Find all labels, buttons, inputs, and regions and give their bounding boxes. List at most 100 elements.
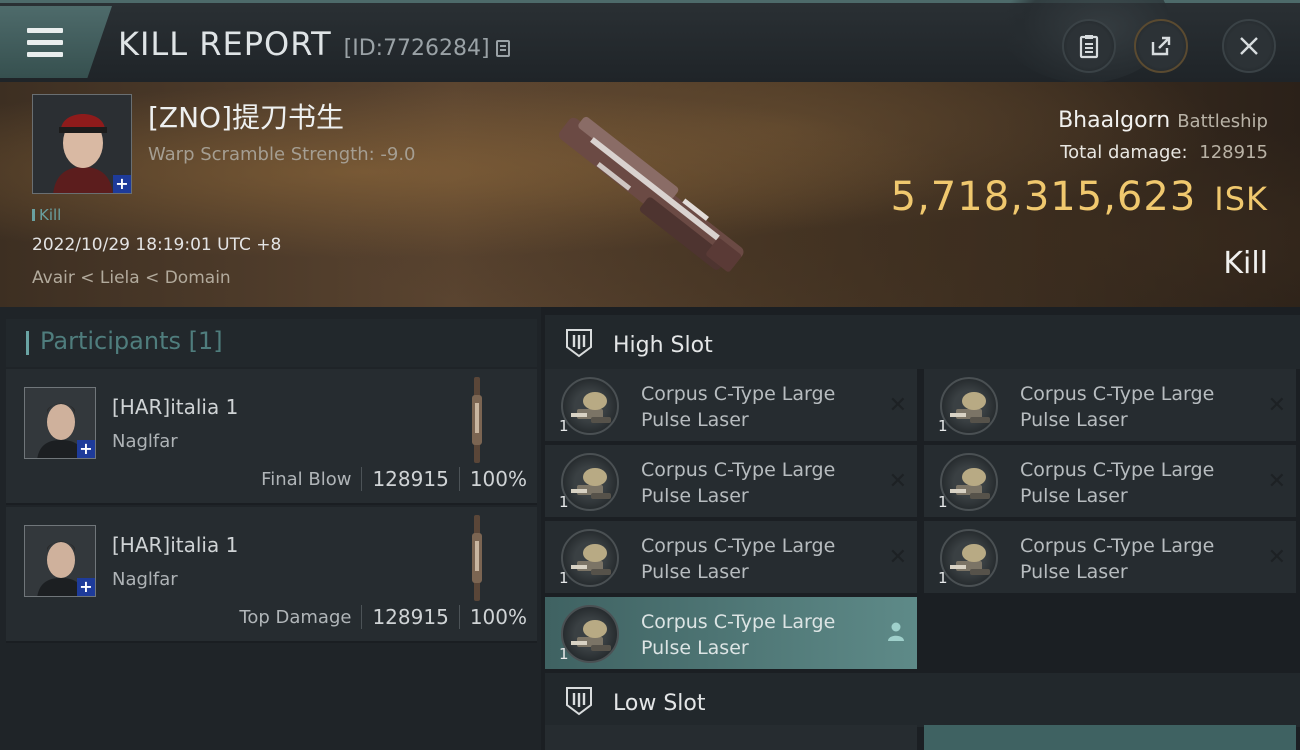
module-name-line1: Corpus C-Type Large — [641, 611, 836, 633]
participants-panel: Participants [1] + [HAR]italia 1 Naglfar… — [0, 307, 541, 750]
module-name-line1: Corpus C-Type Large — [1020, 535, 1215, 557]
total-damage: Total damage: 128915 — [1060, 142, 1268, 163]
copy-icon[interactable] — [495, 40, 510, 57]
module-quantity: 1 — [938, 569, 948, 587]
module-name-line1: Corpus C-Type Large — [1020, 459, 1215, 481]
low-slot-module[interactable] — [924, 725, 1296, 750]
module-quantity: 1 — [938, 493, 948, 511]
module-name-line2: Pulse Laser — [1020, 485, 1128, 507]
pulse-laser-icon — [561, 453, 619, 511]
module-quantity: 1 — [559, 569, 569, 587]
title-group: KILL REPORT [ID:7726284] — [118, 25, 510, 63]
participant-role: Final Blow — [261, 468, 352, 490]
weapon-icon — [472, 515, 482, 601]
pulse-laser-icon — [940, 529, 998, 587]
clipboard-button[interactable] — [1062, 19, 1116, 73]
module-name-line1: Corpus C-Type Large — [641, 535, 836, 557]
module-slot[interactable]: 1 Corpus C-Type Large Pulse Laser ✕ — [924, 521, 1296, 593]
participant-avatar[interactable]: + — [24, 525, 96, 597]
module-name: Corpus C-Type Large Pulse Laser — [641, 381, 871, 433]
module-slot[interactable]: 1 Corpus C-Type Large Pulse Laser ✕ — [545, 445, 917, 517]
share-icon — [1151, 36, 1171, 56]
dropped-user-icon — [888, 622, 904, 641]
participant-row[interactable]: + [HAR]italia 1 Naglfar Top Damage 12891… — [6, 507, 537, 643]
low-slot-icon — [566, 687, 592, 716]
pulse-laser-icon — [561, 529, 619, 587]
victim-avatar[interactable]: + — [32, 94, 132, 194]
module-slot[interactable]: 1 Corpus C-Type Large Pulse Laser ✕ — [545, 369, 917, 441]
result-label: Kill — [1223, 246, 1268, 281]
low-slot-header: Low Slot — [545, 673, 1300, 727]
report-id-text: [ID:7726284] — [343, 36, 490, 61]
low-slot-module[interactable] — [545, 725, 917, 750]
stat-divider — [458, 467, 460, 491]
module-name-line1: Corpus C-Type Large — [641, 383, 836, 405]
ship-image[interactable] — [530, 100, 770, 290]
module-quantity: 1 — [938, 417, 948, 435]
isk-amount: 5,718,315,623 — [890, 174, 1197, 220]
high-slot-label: High Slot — [613, 333, 713, 358]
module-name: Corpus C-Type Large Pulse Laser — [1020, 533, 1250, 585]
module-slot[interactable]: 1 Corpus C-Type Large Pulse Laser ✕ — [545, 521, 917, 593]
total-damage-value: 128915 — [1199, 142, 1268, 163]
participant-stats: Top Damage 128915 100% — [239, 605, 527, 629]
stat-divider — [458, 605, 460, 629]
plus-icon: + — [77, 440, 95, 458]
participant-damage: 128915 — [372, 605, 449, 629]
ship-name[interactable]: Bhaalgorn — [1058, 108, 1170, 133]
participant-stats: Final Blow 128915 100% — [261, 467, 527, 491]
destroyed-icon: ✕ — [888, 393, 907, 418]
module-name-line2: Pulse Laser — [641, 561, 749, 583]
module-quantity: 1 — [559, 417, 569, 435]
participant-name[interactable]: [HAR]italia 1 — [112, 395, 238, 419]
module-name: Corpus C-Type Large Pulse Laser — [1020, 457, 1250, 509]
destroyed-icon: ✕ — [1267, 393, 1286, 418]
pulse-laser-icon — [940, 377, 998, 435]
module-name: Corpus C-Type Large Pulse Laser — [641, 533, 871, 585]
close-button[interactable] — [1222, 19, 1276, 73]
participant-avatar[interactable]: + — [24, 387, 96, 459]
plus-icon: + — [77, 578, 95, 596]
report-id: [ID:7726284] — [344, 36, 510, 61]
close-icon — [1240, 37, 1258, 55]
menu-button[interactable] — [0, 6, 112, 78]
participant-ship: Naglfar — [112, 569, 178, 590]
victim-name[interactable]: [ZNO]提刀书生 — [148, 96, 344, 136]
hamburger-icon — [27, 28, 63, 58]
module-name-line2: Pulse Laser — [641, 409, 749, 431]
pulse-laser-icon — [561, 377, 619, 435]
module-slot[interactable]: 1 Corpus C-Type Large Pulse Laser — [545, 597, 917, 669]
module-name-line1: Corpus C-Type Large — [1020, 383, 1215, 405]
high-slot-header: High Slot — [545, 315, 1300, 369]
plus-icon: + — [113, 175, 131, 193]
module-slot[interactable]: 1 Corpus C-Type Large Pulse Laser ✕ — [924, 445, 1296, 517]
module-quantity: 1 — [559, 493, 569, 511]
module-name: Corpus C-Type Large Pulse Laser — [1020, 381, 1250, 433]
participants-header: Participants [1] — [6, 319, 537, 367]
weapon-icon — [472, 377, 482, 463]
participants-title: Participants [1] — [40, 327, 223, 355]
module-name-line2: Pulse Laser — [641, 637, 749, 659]
victim-banner: + [ZNO]提刀书生 Warp Scramble Strength: -9.0… — [0, 82, 1300, 307]
participant-name[interactable]: [HAR]italia 1 — [112, 533, 238, 557]
stat-divider — [361, 605, 363, 629]
stat-divider — [361, 467, 363, 491]
participant-percent: 100% — [469, 467, 527, 491]
module-slot[interactable]: 1 Corpus C-Type Large Pulse Laser ✕ — [924, 369, 1296, 441]
participant-damage: 128915 — [372, 467, 449, 491]
warp-scramble-strength: Warp Scramble Strength: -9.0 — [148, 144, 416, 165]
participant-row[interactable]: + [HAR]italia 1 Naglfar Final Blow 12891… — [6, 369, 537, 505]
pulse-laser-icon — [561, 605, 619, 663]
module-name-line1: Corpus C-Type Large — [641, 459, 836, 481]
participant-ship: Naglfar — [112, 431, 178, 452]
destroyed-icon: ✕ — [1267, 545, 1286, 570]
participant-role: Top Damage — [239, 606, 352, 628]
destroyed-icon: ✕ — [1267, 469, 1286, 494]
module-name-line2: Pulse Laser — [1020, 561, 1128, 583]
share-button[interactable] — [1134, 19, 1188, 73]
module-name: Corpus C-Type Large Pulse Laser — [641, 609, 871, 661]
kill-location[interactable]: Avair < Liela < Domain — [32, 268, 231, 288]
title-bar: KILL REPORT [ID:7726284] — [0, 0, 1300, 83]
low-slot-label: Low Slot — [613, 691, 706, 716]
module-name: Corpus C-Type Large Pulse Laser — [641, 457, 871, 509]
